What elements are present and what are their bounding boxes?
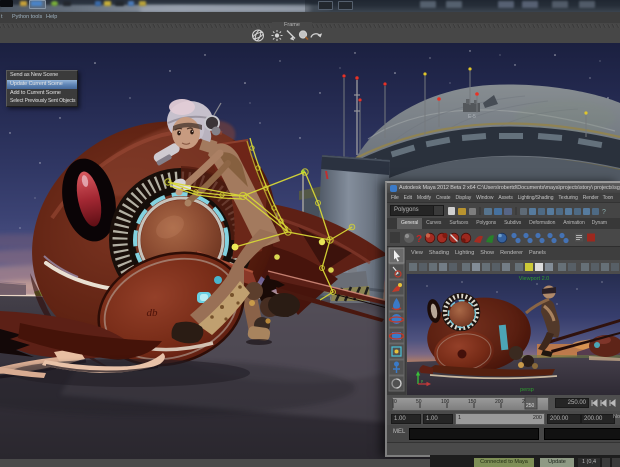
svg-text:persp: persp: [520, 387, 534, 393]
svg-text:150: 150: [468, 399, 477, 405]
svg-text:?: ?: [602, 209, 606, 216]
svg-text:200: 200: [495, 399, 504, 405]
svg-text:y: y: [421, 378, 423, 383]
svg-text:Viewport 2.0: Viewport 2.0: [519, 276, 549, 282]
svg-text:db: db: [147, 307, 159, 319]
svg-text:0: 0: [394, 399, 397, 405]
svg-text:100: 100: [441, 399, 450, 405]
svg-text:E-5: E-5: [468, 114, 476, 120]
svg-text:250: 250: [526, 403, 535, 409]
svg-text:50: 50: [416, 399, 422, 405]
svg-text:?: ?: [416, 234, 422, 245]
